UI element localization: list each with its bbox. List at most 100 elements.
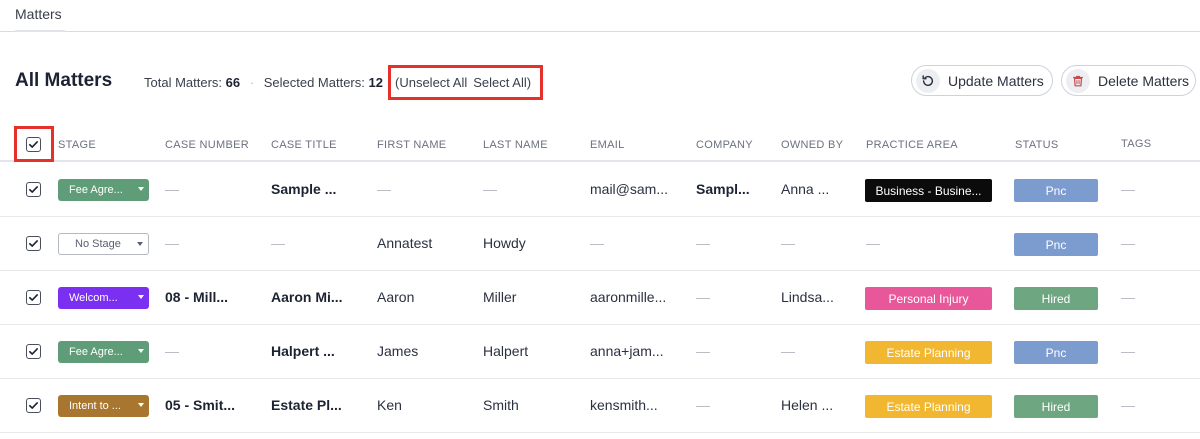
first-name-cell: James (377, 343, 419, 359)
tab-underline (15, 30, 65, 32)
stage-label: Fee Agre... (69, 184, 123, 196)
case-title-cell: Halpert ... (271, 343, 335, 359)
owned-by-cell: Lindsa... (781, 289, 834, 305)
practice-area-badge: Estate Planning (865, 395, 992, 418)
status-badge: Hired (1014, 395, 1098, 418)
table-row: Intent to ... 05 - Smit... Estate Pl... Ken… (0, 379, 1200, 433)
owned-by-cell: — (781, 235, 795, 251)
chevron-down-icon (138, 403, 144, 407)
email-cell: kensmith... (590, 397, 658, 413)
table-row: No Stage — — Annatest Howdy — — — — — Pnc (0, 217, 1200, 271)
case-title-cell: Aaron Mi... (271, 289, 343, 305)
row-checkbox[interactable] (26, 236, 41, 251)
matter-stats: Total Matters: 66 · Selected Matters: 12 (144, 75, 383, 90)
select-links-highlight: (Unselect All Select All) (388, 65, 543, 100)
delete-matters-button[interactable]: Delete Matters (1061, 65, 1196, 96)
chevron-down-icon (137, 242, 143, 246)
last-name-cell: Howdy (483, 235, 526, 251)
column-case-title[interactable]: CASE TITLE (271, 139, 337, 151)
select-all-link[interactable]: Select All) (473, 75, 531, 90)
column-stage[interactable]: STAGE (58, 139, 96, 151)
owned-by-cell: — (781, 343, 795, 359)
stage-dropdown[interactable]: Intent to ... (58, 395, 149, 417)
stage-dropdown[interactable]: Welcom... (58, 287, 149, 309)
delete-matters-label: Delete Matters (1098, 72, 1190, 89)
stage-label: No Stage (75, 238, 121, 250)
owned-by-cell: Anna ... (781, 181, 830, 197)
practice-area-badge: Business - Busine... (865, 179, 992, 202)
email-cell: aaronmille... (590, 289, 667, 305)
first-name-cell: Aaron (377, 289, 415, 305)
row-checkbox[interactable] (26, 344, 41, 359)
email-cell: — (590, 235, 604, 251)
case-number-cell: — (165, 343, 179, 359)
practice-area-cell: — (866, 235, 880, 251)
table-row: Welcom... 08 - Mill... Aaron Mi... Aaron Mil… (0, 271, 1200, 325)
case-number-cell: 05 - Smit... (165, 397, 236, 413)
selected-matters-label: Selected Matters: (263, 75, 365, 90)
tags-cell: — (1121, 343, 1135, 359)
case-title-cell: Estate Pl... (271, 397, 342, 413)
separator-dot: · (249, 75, 255, 90)
update-matters-label: Update Matters (948, 72, 1044, 89)
update-matters-button[interactable]: Update Matters (911, 65, 1053, 96)
stage-dropdown[interactable]: Fee Agre... (58, 341, 149, 363)
column-status[interactable]: STATUS (1015, 139, 1059, 151)
last-name-cell: Smith (483, 397, 519, 413)
first-name-cell: — (377, 181, 391, 197)
total-matters-label: Total Matters: (144, 75, 223, 90)
tags-cell: — (1121, 235, 1135, 251)
row-checkbox[interactable] (26, 182, 41, 197)
tags-cell: — (1121, 397, 1135, 413)
status-badge: Hired (1014, 287, 1098, 310)
column-owned-by[interactable]: OWNED BY (781, 139, 844, 151)
tab-matters[interactable]: Matters (15, 6, 62, 22)
chevron-down-icon (138, 349, 144, 353)
column-email[interactable]: EMAIL (590, 139, 625, 151)
checkmark-icon (29, 186, 38, 193)
stage-dropdown[interactable]: No Stage (58, 233, 149, 255)
column-tags[interactable]: TAGS (1121, 138, 1151, 150)
tags-cell: — (1121, 289, 1135, 305)
total-matters-count: 66 (225, 75, 241, 90)
case-title-cell: Sample ... (271, 181, 337, 197)
refresh-icon (916, 68, 940, 93)
row-checkbox[interactable] (26, 290, 41, 305)
column-first-name[interactable]: FIRST NAME (377, 139, 446, 151)
status-badge: Pnc (1014, 179, 1098, 202)
status-badge: Pnc (1014, 341, 1098, 364)
last-name-cell: Halpert (483, 343, 529, 359)
company-cell: — (696, 235, 710, 251)
stage-label: Fee Agre... (69, 346, 123, 358)
practice-area-badge: Personal Injury (865, 287, 992, 310)
company-cell: Sampl... (696, 181, 750, 197)
trash-icon (1066, 68, 1090, 93)
first-name-cell: Annatest (377, 235, 433, 251)
row-checkbox[interactable] (26, 398, 41, 413)
company-cell: — (696, 289, 710, 305)
page-title: All Matters (15, 70, 113, 91)
last-name-cell: Miller (483, 289, 517, 305)
stage-dropdown[interactable]: Fee Agre... (58, 179, 149, 201)
select-all-checkbox[interactable] (26, 137, 41, 152)
chevron-down-icon (138, 187, 144, 191)
unselect-all-link[interactable]: (Unselect All (395, 75, 467, 90)
status-badge: Pnc (1014, 233, 1098, 256)
stage-label: Intent to ... (69, 400, 121, 412)
checkmark-icon (29, 348, 38, 355)
checkmark-icon (29, 402, 38, 409)
table-header: STAGE CASE NUMBER CASE TITLE FIRST NAME … (0, 126, 1200, 162)
company-cell: — (696, 397, 710, 413)
tags-cell: — (1121, 181, 1135, 197)
practice-area-badge: Estate Planning (865, 341, 992, 364)
column-case-number[interactable]: CASE NUMBER (165, 139, 248, 151)
column-company[interactable]: COMPANY (696, 139, 753, 151)
checkmark-icon (29, 240, 38, 247)
case-number-cell: — (165, 235, 179, 251)
column-last-name[interactable]: LAST NAME (483, 139, 548, 151)
top-bar: Matters (0, 0, 1200, 32)
email-cell: anna+jam... (590, 343, 664, 359)
column-practice-area[interactable]: PRACTICE AREA (866, 139, 958, 151)
selected-matters-count: 12 (368, 75, 383, 90)
email-cell: mail@sam... (590, 181, 668, 197)
